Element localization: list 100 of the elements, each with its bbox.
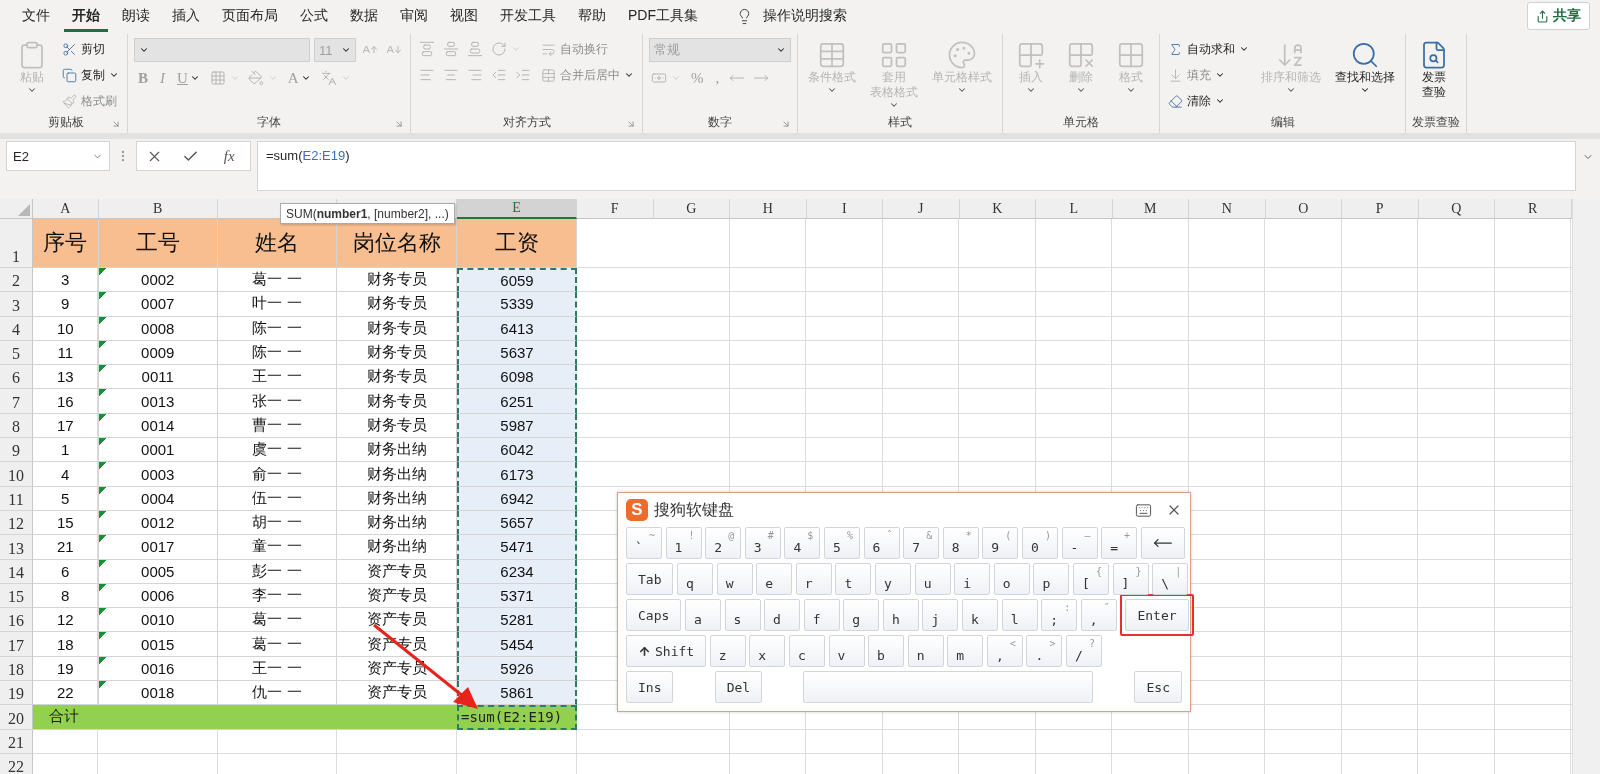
keyboard-key[interactable]: y — [875, 563, 912, 595]
scrollbar[interactable] — [1572, 199, 1600, 774]
search-hint[interactable]: 操作说明搜索 — [763, 7, 847, 25]
keyboard-key[interactable]: q — [677, 563, 714, 595]
ribbon-button[interactable]: 发票 查验 — [1412, 38, 1456, 102]
keyboard-key[interactable]: e — [756, 563, 793, 595]
column-header[interactable]: A — [33, 199, 99, 219]
keyboard-key[interactable]: r — [795, 563, 832, 595]
keyboard-key[interactable]: k — [962, 599, 999, 631]
column-header[interactable]: B — [98, 199, 218, 219]
ribbon-button[interactable]: 查找和选择 — [1331, 38, 1399, 97]
keyboard-key[interactable]: 4 $ — [784, 527, 821, 559]
column-header[interactable]: N — [1189, 199, 1266, 219]
row-number[interactable]: 13 — [0, 535, 33, 560]
menu-tab[interactable]: 帮助 — [570, 0, 614, 32]
keyboard-key[interactable]: [ { — [1073, 563, 1109, 595]
menu-tab[interactable]: 数据 — [342, 0, 386, 32]
row-number[interactable]: 6 — [0, 365, 33, 390]
keyboard-key[interactable]: d — [764, 599, 801, 631]
column-header[interactable]: M — [1112, 199, 1189, 219]
keyboard-key[interactable]: 6 ˆ — [863, 527, 900, 559]
menu-tab[interactable]: 页面布局 — [214, 0, 286, 32]
launcher-icon[interactable] — [394, 119, 404, 129]
row-number[interactable]: 2 — [0, 268, 33, 293]
keyboard-key[interactable]: Ins — [626, 671, 674, 703]
row-number[interactable]: 4 — [0, 316, 33, 341]
keyboard-key[interactable]: o — [993, 563, 1030, 595]
row-number[interactable]: 5 — [0, 340, 33, 366]
keyboard-key[interactable]: ; : — [1041, 599, 1078, 631]
keyboard-key[interactable]: 5 % — [823, 527, 860, 559]
keyboard-key[interactable]: Del — [714, 671, 763, 703]
keyboard-key[interactable]: c — [788, 635, 825, 667]
keyboard-key[interactable]: n — [907, 635, 944, 667]
keyboard-key[interactable]: f — [803, 599, 840, 631]
keyboard-key[interactable]: Tab — [626, 563, 674, 595]
keyboard-key[interactable]: ] } — [1112, 563, 1149, 595]
ribbon-button[interactable]: 复制 — [60, 64, 121, 86]
keyboard-key[interactable]: m — [947, 635, 984, 667]
keyboard-key[interactable]: Enter — [1125, 599, 1189, 631]
keyboard-key[interactable]: s — [724, 599, 761, 631]
menu-tab[interactable]: 开发工具 — [492, 0, 564, 32]
row-number[interactable]: 15 — [0, 583, 33, 609]
row-number[interactable]: 14 — [0, 559, 33, 584]
row-number[interactable]: 9 — [0, 438, 33, 463]
column-header[interactable]: R — [1495, 199, 1572, 219]
keyboard-icon[interactable] — [1135, 501, 1152, 519]
column-header[interactable]: F — [577, 199, 654, 219]
keyboard-key[interactable]: u — [914, 563, 951, 595]
row-number[interactable]: 17 — [0, 632, 33, 657]
column-header[interactable]: E — [457, 199, 577, 219]
ribbon-button[interactable]: 清除 — [1166, 90, 1227, 112]
keyboard-key[interactable]: 8 * — [942, 527, 979, 559]
column-header[interactable]: L — [1036, 199, 1113, 219]
keyboard-key[interactable]: 7 & — [903, 527, 940, 559]
column-header[interactable]: Q — [1418, 199, 1495, 219]
formula-input[interactable]: =sum(E2:E19) — [257, 141, 1576, 191]
launcher-icon[interactable] — [626, 119, 636, 129]
keyboard-key[interactable]: = + — [1101, 527, 1138, 559]
keyboard-key[interactable]: , ″ — [1080, 599, 1117, 631]
keyboard-key[interactable]: 3 # — [744, 527, 781, 559]
keyboard-key[interactable]: \ | — [1152, 563, 1189, 595]
keyboard-key[interactable]: 0 ) — [1021, 527, 1058, 559]
keyboard-key[interactable]: Caps — [626, 599, 682, 631]
menu-tab[interactable]: 公式 — [292, 0, 336, 32]
ribbon-button[interactable]: 自动求和 — [1166, 38, 1251, 60]
keyboard-key[interactable]: i — [954, 563, 991, 595]
keyboard-key[interactable]: z — [709, 635, 746, 667]
keyboard-key[interactable]: ` ~ — [626, 527, 662, 559]
keyboard-key[interactable]: w — [716, 563, 753, 595]
insert-function-button[interactable]: fx — [217, 146, 241, 166]
ribbon-button[interactable]: 剪切 — [60, 38, 107, 60]
keyboard-key[interactable]: g — [843, 599, 880, 631]
column-header[interactable]: I — [806, 199, 883, 219]
keyboard-key[interactable]: j — [922, 599, 959, 631]
keyboard-key[interactable]: Esc — [1134, 671, 1182, 703]
select-all-icon[interactable] — [18, 204, 30, 216]
keyboard-key[interactable]: / ? — [1066, 635, 1103, 667]
row-number[interactable]: 8 — [0, 413, 33, 439]
keyboard-key[interactable]: b — [868, 635, 905, 667]
menu-tab[interactable]: 插入 — [164, 0, 208, 32]
keyboard-key[interactable]: h — [882, 599, 919, 631]
keyboard-key[interactable]: v — [828, 635, 865, 667]
row-number[interactable]: 11 — [0, 486, 33, 511]
column-header[interactable]: H — [730, 199, 807, 219]
row-number[interactable]: 21 — [0, 729, 33, 754]
menu-tab[interactable]: 审阅 — [392, 0, 436, 32]
column-header[interactable]: J — [883, 199, 960, 219]
keyboard-key[interactable]: p — [1033, 563, 1070, 595]
row-number[interactable]: 19 — [0, 681, 33, 706]
column-header[interactable]: G — [653, 199, 730, 219]
menu-tab[interactable]: 开始 — [64, 0, 108, 32]
row-number[interactable]: 1 — [0, 219, 33, 268]
keyboard-key[interactable]: Shift — [626, 635, 707, 667]
keyboard-key[interactable]: , < — [986, 635, 1023, 667]
column-header[interactable]: P — [1342, 199, 1419, 219]
menu-tab[interactable]: PDF工具集 — [620, 0, 706, 32]
keyboard-key[interactable]: - — — [1061, 527, 1098, 559]
row-number[interactable]: 3 — [0, 292, 33, 317]
keyboard-key[interactable]: 1 ! — [665, 527, 702, 559]
keyboard-key[interactable]: 9 ( — [982, 527, 1019, 559]
